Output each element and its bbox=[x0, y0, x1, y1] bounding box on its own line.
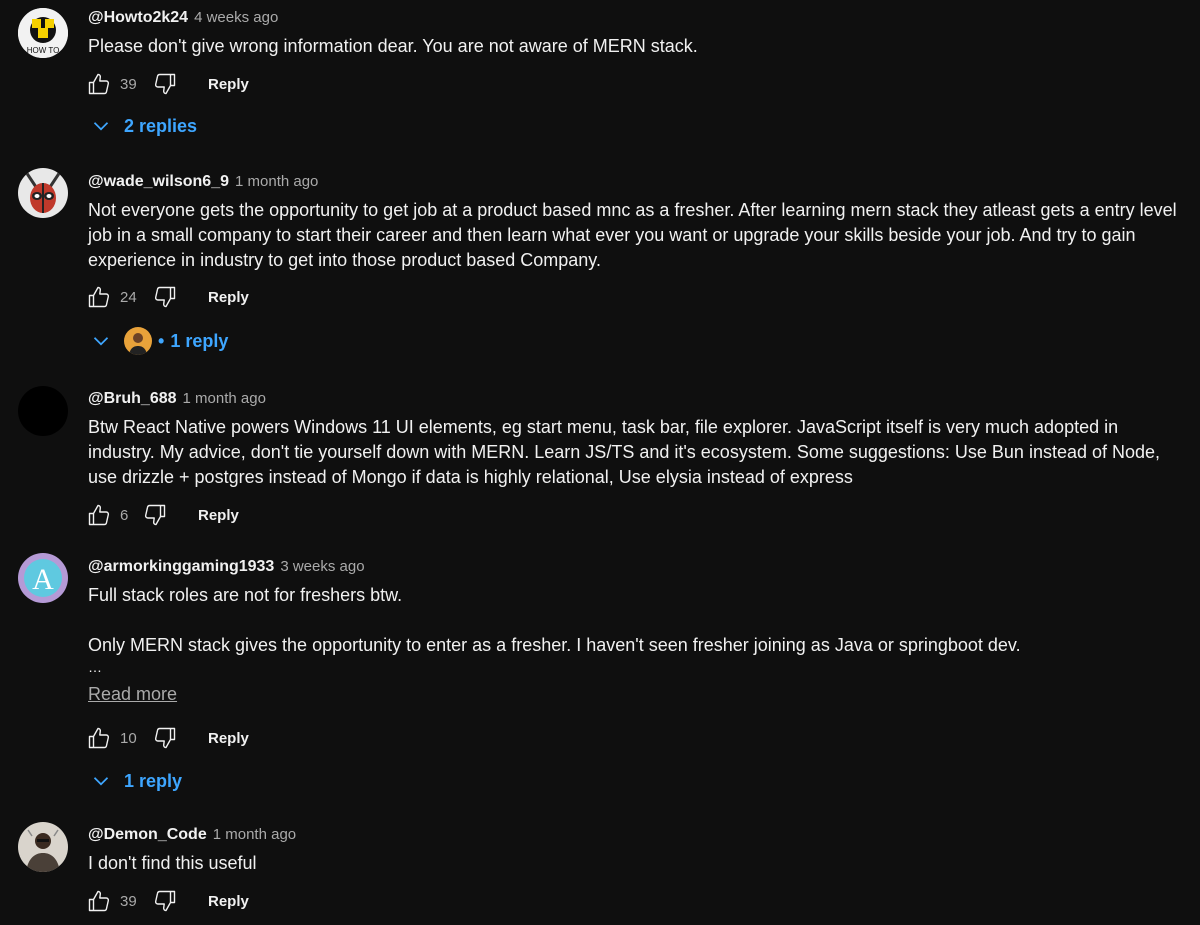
comment-timestamp[interactable]: 1 month ago bbox=[213, 826, 296, 843]
thumbs-down-icon bbox=[144, 504, 166, 526]
like-count: 24 bbox=[120, 288, 137, 306]
thumbs-up-icon bbox=[88, 727, 110, 749]
letter-a-avatar-icon[interactable]: A bbox=[18, 553, 68, 603]
creator-avatar-icon bbox=[124, 327, 152, 355]
deadpool-avatar-icon[interactable] bbox=[18, 168, 68, 218]
comment: @Demon_Code 1 month ago I don't find this… bbox=[0, 822, 1200, 925]
thumbs-up-icon bbox=[88, 504, 110, 526]
comment-text: Btw React Native powers Windows 11 UI el… bbox=[88, 417, 1161, 487]
like-count: 6 bbox=[120, 506, 129, 524]
thumbs-up-icon bbox=[88, 73, 110, 95]
reply-button[interactable]: Reply bbox=[208, 76, 249, 93]
black-avatar-icon[interactable] bbox=[18, 386, 68, 436]
comment-author[interactable]: @Bruh_688 bbox=[88, 390, 177, 407]
comment-timestamp[interactable]: 4 weeks ago bbox=[194, 9, 278, 26]
comment: A @armorkinggaming1933 3 weeks ago Full s… bbox=[0, 553, 1200, 803]
comment-timestamp[interactable]: 1 month ago bbox=[235, 173, 318, 190]
like-count: 39 bbox=[120, 75, 137, 93]
view-replies-button[interactable]: • 1 reply bbox=[88, 324, 228, 358]
svg-text:HOW TO: HOW TO bbox=[27, 46, 60, 55]
thumbs-up-icon bbox=[88, 286, 110, 308]
like-count: 39 bbox=[120, 892, 137, 910]
comment-timestamp[interactable]: 1 month ago bbox=[183, 390, 266, 407]
comment-text: Full stack roles are not for freshers bt… bbox=[88, 585, 1021, 675]
thumbs-down-icon bbox=[154, 727, 176, 749]
comment-text: Please don't give wrong information dear… bbox=[88, 36, 698, 56]
dislike-button[interactable] bbox=[152, 725, 178, 751]
like-button[interactable] bbox=[86, 725, 112, 751]
chevron-down-icon bbox=[93, 777, 109, 786]
comment-text: I don't find this useful bbox=[88, 853, 257, 873]
chevron-down-icon bbox=[93, 337, 109, 346]
replies-count-label: 1 reply bbox=[170, 330, 229, 351]
thumbs-down-icon bbox=[154, 73, 176, 95]
thumbs-down-icon bbox=[154, 890, 176, 912]
like-button[interactable] bbox=[86, 71, 112, 97]
reply-button[interactable]: Reply bbox=[198, 507, 239, 524]
reply-button[interactable]: Reply bbox=[208, 289, 249, 306]
reply-button[interactable]: Reply bbox=[208, 730, 249, 747]
comment: @wade_wilson6_9 1 month ago Not everyone … bbox=[0, 168, 1200, 368]
comment-author[interactable]: @armorkinggaming1933 bbox=[88, 558, 274, 575]
photo-avatar-icon[interactable] bbox=[18, 822, 68, 872]
replies-count-label: 2 replies bbox=[124, 115, 198, 136]
separator-dot: • bbox=[158, 330, 165, 351]
comment: HOW TO @Howto2k24 4 weeks ago Please don'… bbox=[0, 0, 1200, 150]
comment-author[interactable]: @Demon_Code bbox=[88, 826, 207, 843]
thumbs-up-icon bbox=[88, 890, 110, 912]
like-count: 10 bbox=[120, 729, 137, 747]
chevron-down-icon bbox=[93, 122, 109, 131]
comment-author[interactable]: @Howto2k24 bbox=[88, 9, 188, 26]
dislike-button[interactable] bbox=[152, 888, 178, 914]
dislike-button[interactable] bbox=[152, 71, 178, 97]
like-button[interactable] bbox=[86, 888, 112, 914]
view-replies-button[interactable]: 2 replies bbox=[88, 109, 197, 143]
reply-button[interactable]: Reply bbox=[208, 893, 249, 910]
view-replies-button[interactable]: 1 reply bbox=[88, 764, 182, 798]
replies-count-label: 1 reply bbox=[124, 770, 183, 791]
how-to-logo-icon[interactable]: HOW TO bbox=[18, 8, 68, 58]
svg-text:A: A bbox=[32, 563, 54, 596]
dislike-button[interactable] bbox=[152, 284, 178, 310]
comment: @Bruh_688 1 month ago Btw React Native po… bbox=[0, 386, 1200, 536]
comment-author[interactable]: @wade_wilson6_9 bbox=[88, 173, 229, 190]
comment-text: Not everyone gets the opportunity to get… bbox=[88, 200, 1177, 270]
thumbs-down-icon bbox=[154, 286, 176, 308]
like-button[interactable] bbox=[86, 502, 112, 528]
like-button[interactable] bbox=[86, 284, 112, 310]
comment-timestamp[interactable]: 3 weeks ago bbox=[280, 558, 364, 575]
read-more-link[interactable]: Read more bbox=[88, 682, 1186, 707]
dislike-button[interactable] bbox=[142, 502, 168, 528]
